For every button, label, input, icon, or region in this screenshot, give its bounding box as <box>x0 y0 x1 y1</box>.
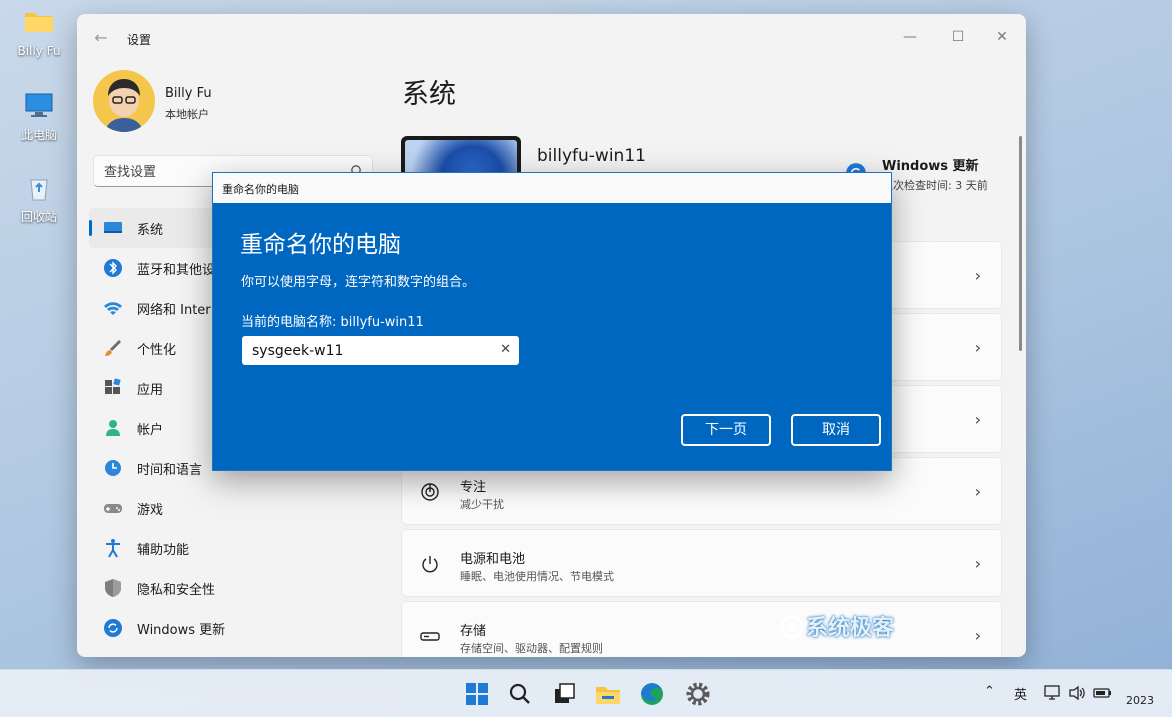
shield-icon <box>105 579 121 597</box>
desktop-icon-this-pc[interactable]: 此电脑 <box>8 92 70 143</box>
user-name: Billy Fu <box>165 86 212 101</box>
person-icon <box>106 420 120 436</box>
sidebar-item-label: Windows 更新 <box>137 623 226 638</box>
card-storage[interactable]: 存储 存储空间、驱动器、配置规则 › <box>401 601 1002 657</box>
chevron-right-icon: › <box>974 626 981 645</box>
minimize-icon[interactable]: — <box>890 22 930 52</box>
speaker-icon[interactable] <box>1068 685 1086 701</box>
dialog-window-title: 重命名你的电脑 <box>222 183 299 196</box>
sidebar-item-label: 网络和 Inter <box>137 303 211 318</box>
task-view-icon[interactable] <box>550 680 578 708</box>
computer-icon <box>25 93 53 117</box>
sidebar-item-label: 个性化 <box>137 343 177 358</box>
card-subtitle: 存储空间、驱动器、配置规则 <box>460 642 603 655</box>
sidebar-item-label: 系统 <box>137 223 164 238</box>
taskbar: ⌃ 英 2023 <box>0 669 1172 717</box>
chevron-right-icon: › <box>974 410 981 429</box>
wifi-icon <box>104 302 122 315</box>
update-icon <box>104 619 122 637</box>
monitor-icon <box>104 222 122 233</box>
search-icon[interactable] <box>506 680 534 708</box>
edge-browser-icon[interactable] <box>638 680 666 708</box>
sidebar-item-label: 应用 <box>137 383 164 398</box>
desktop-icon-label: 此电脑 <box>20 128 57 142</box>
network-icon[interactable] <box>1044 685 1062 701</box>
sidebar-item-privacy[interactable]: 隐私和安全性 <box>89 568 379 608</box>
desktop-icon-recycle-bin[interactable]: 回收站 <box>8 174 70 225</box>
chevron-right-icon: › <box>974 266 981 285</box>
desktop-icon-label: Billy Fu <box>17 44 61 58</box>
cancel-button[interactable]: 取消 <box>791 414 881 446</box>
card-subtitle: 减少干扰 <box>460 498 504 511</box>
windows-start-icon[interactable] <box>463 680 491 708</box>
sidebar-item-label: 时间和语言 <box>137 463 203 478</box>
sidebar-item-windows-update[interactable]: Windows 更新 <box>89 608 379 648</box>
title-bar: ← 设置 — ☐ ✕ <box>77 14 1026 60</box>
battery-icon[interactable] <box>1093 685 1113 701</box>
watermark-text: 系统极客 <box>806 616 895 641</box>
sidebar-item-label: 辅助功能 <box>137 543 190 558</box>
chevron-right-icon: › <box>974 482 981 501</box>
chevron-right-icon: › <box>974 338 981 357</box>
storage-icon <box>420 632 440 641</box>
current-pc-name: 当前的电脑名称: billyfu-win11 <box>241 315 424 330</box>
next-button[interactable]: 下一页 <box>681 414 771 446</box>
sidebar-item-label: 隐私和安全性 <box>137 583 216 598</box>
new-name-field[interactable]: ✕ <box>242 336 519 365</box>
accessibility-icon <box>106 539 120 558</box>
brush-icon <box>105 340 121 356</box>
globe-clock-icon <box>105 460 121 476</box>
sidebar-item-accessibility[interactable]: 辅助功能 <box>89 528 379 568</box>
windows-update-title[interactable]: Windows 更新 <box>882 155 979 174</box>
maximize-icon[interactable]: ☐ <box>938 22 978 52</box>
file-explorer-icon[interactable] <box>594 680 622 708</box>
windows-update-status: 上次检查时间: 3 天前 <box>882 179 988 192</box>
dialog-heading: 重命名你的电脑 <box>240 232 401 258</box>
account-type: 本地帐户 <box>165 108 209 121</box>
card-title: 存储 <box>460 624 487 639</box>
chevron-up-icon[interactable]: ⌃ <box>984 684 995 699</box>
close-icon[interactable]: ✕ <box>982 22 1022 52</box>
dialog-title-bar: 重命名你的电脑 <box>213 173 891 203</box>
card-power-battery[interactable]: 电源和电池 睡眠、电池使用情况、节电模式 › <box>401 529 1002 597</box>
desktop-icon-label: 回收站 <box>20 210 57 224</box>
ime-indicator[interactable]: 英 <box>1014 684 1027 703</box>
avatar <box>93 70 155 132</box>
power-icon <box>422 556 438 573</box>
watermark: 系统极客 <box>780 610 894 642</box>
recycle-bin-icon <box>30 179 48 201</box>
sidebar-item-label: 游戏 <box>137 503 164 518</box>
page-title: 系统 <box>402 79 456 110</box>
dialog-description: 你可以使用字母，连字符和数字的组合。 <box>241 275 476 290</box>
watermark-logo-icon <box>780 615 804 639</box>
bluetooth-icon <box>104 259 122 277</box>
chevron-right-icon: › <box>974 554 981 573</box>
apps-icon <box>105 378 121 394</box>
clear-icon[interactable]: ✕ <box>500 342 511 357</box>
back-arrow-icon[interactable]: ← <box>91 28 111 48</box>
system-clock[interactable]: 2023 <box>1126 694 1154 707</box>
rename-pc-dialog: 重命名你的电脑 重命名你的电脑 你可以使用字母，连字符和数字的组合。 当前的电脑… <box>212 172 892 471</box>
device-name: billyfu-win11 <box>537 146 646 166</box>
gamepad-icon <box>104 504 122 513</box>
scrollbar[interactable] <box>1019 136 1022 351</box>
sidebar-item-label: 帐户 <box>137 423 164 438</box>
settings-gear-icon[interactable] <box>684 680 712 708</box>
card-title: 专注 <box>460 480 487 495</box>
sidebar-item-label: 蓝牙和其他设 <box>137 263 216 278</box>
card-subtitle: 睡眠、电池使用情况、节电模式 <box>460 570 614 583</box>
new-name-input[interactable] <box>252 341 487 360</box>
desktop-icon-user-folder[interactable]: Billy Fu <box>8 8 70 59</box>
sidebar-item-gaming[interactable]: 游戏 <box>89 488 379 528</box>
focus-icon <box>421 483 439 501</box>
window-title: 设置 <box>127 33 152 47</box>
folder-icon <box>25 13 53 32</box>
card-title: 电源和电池 <box>460 552 526 567</box>
